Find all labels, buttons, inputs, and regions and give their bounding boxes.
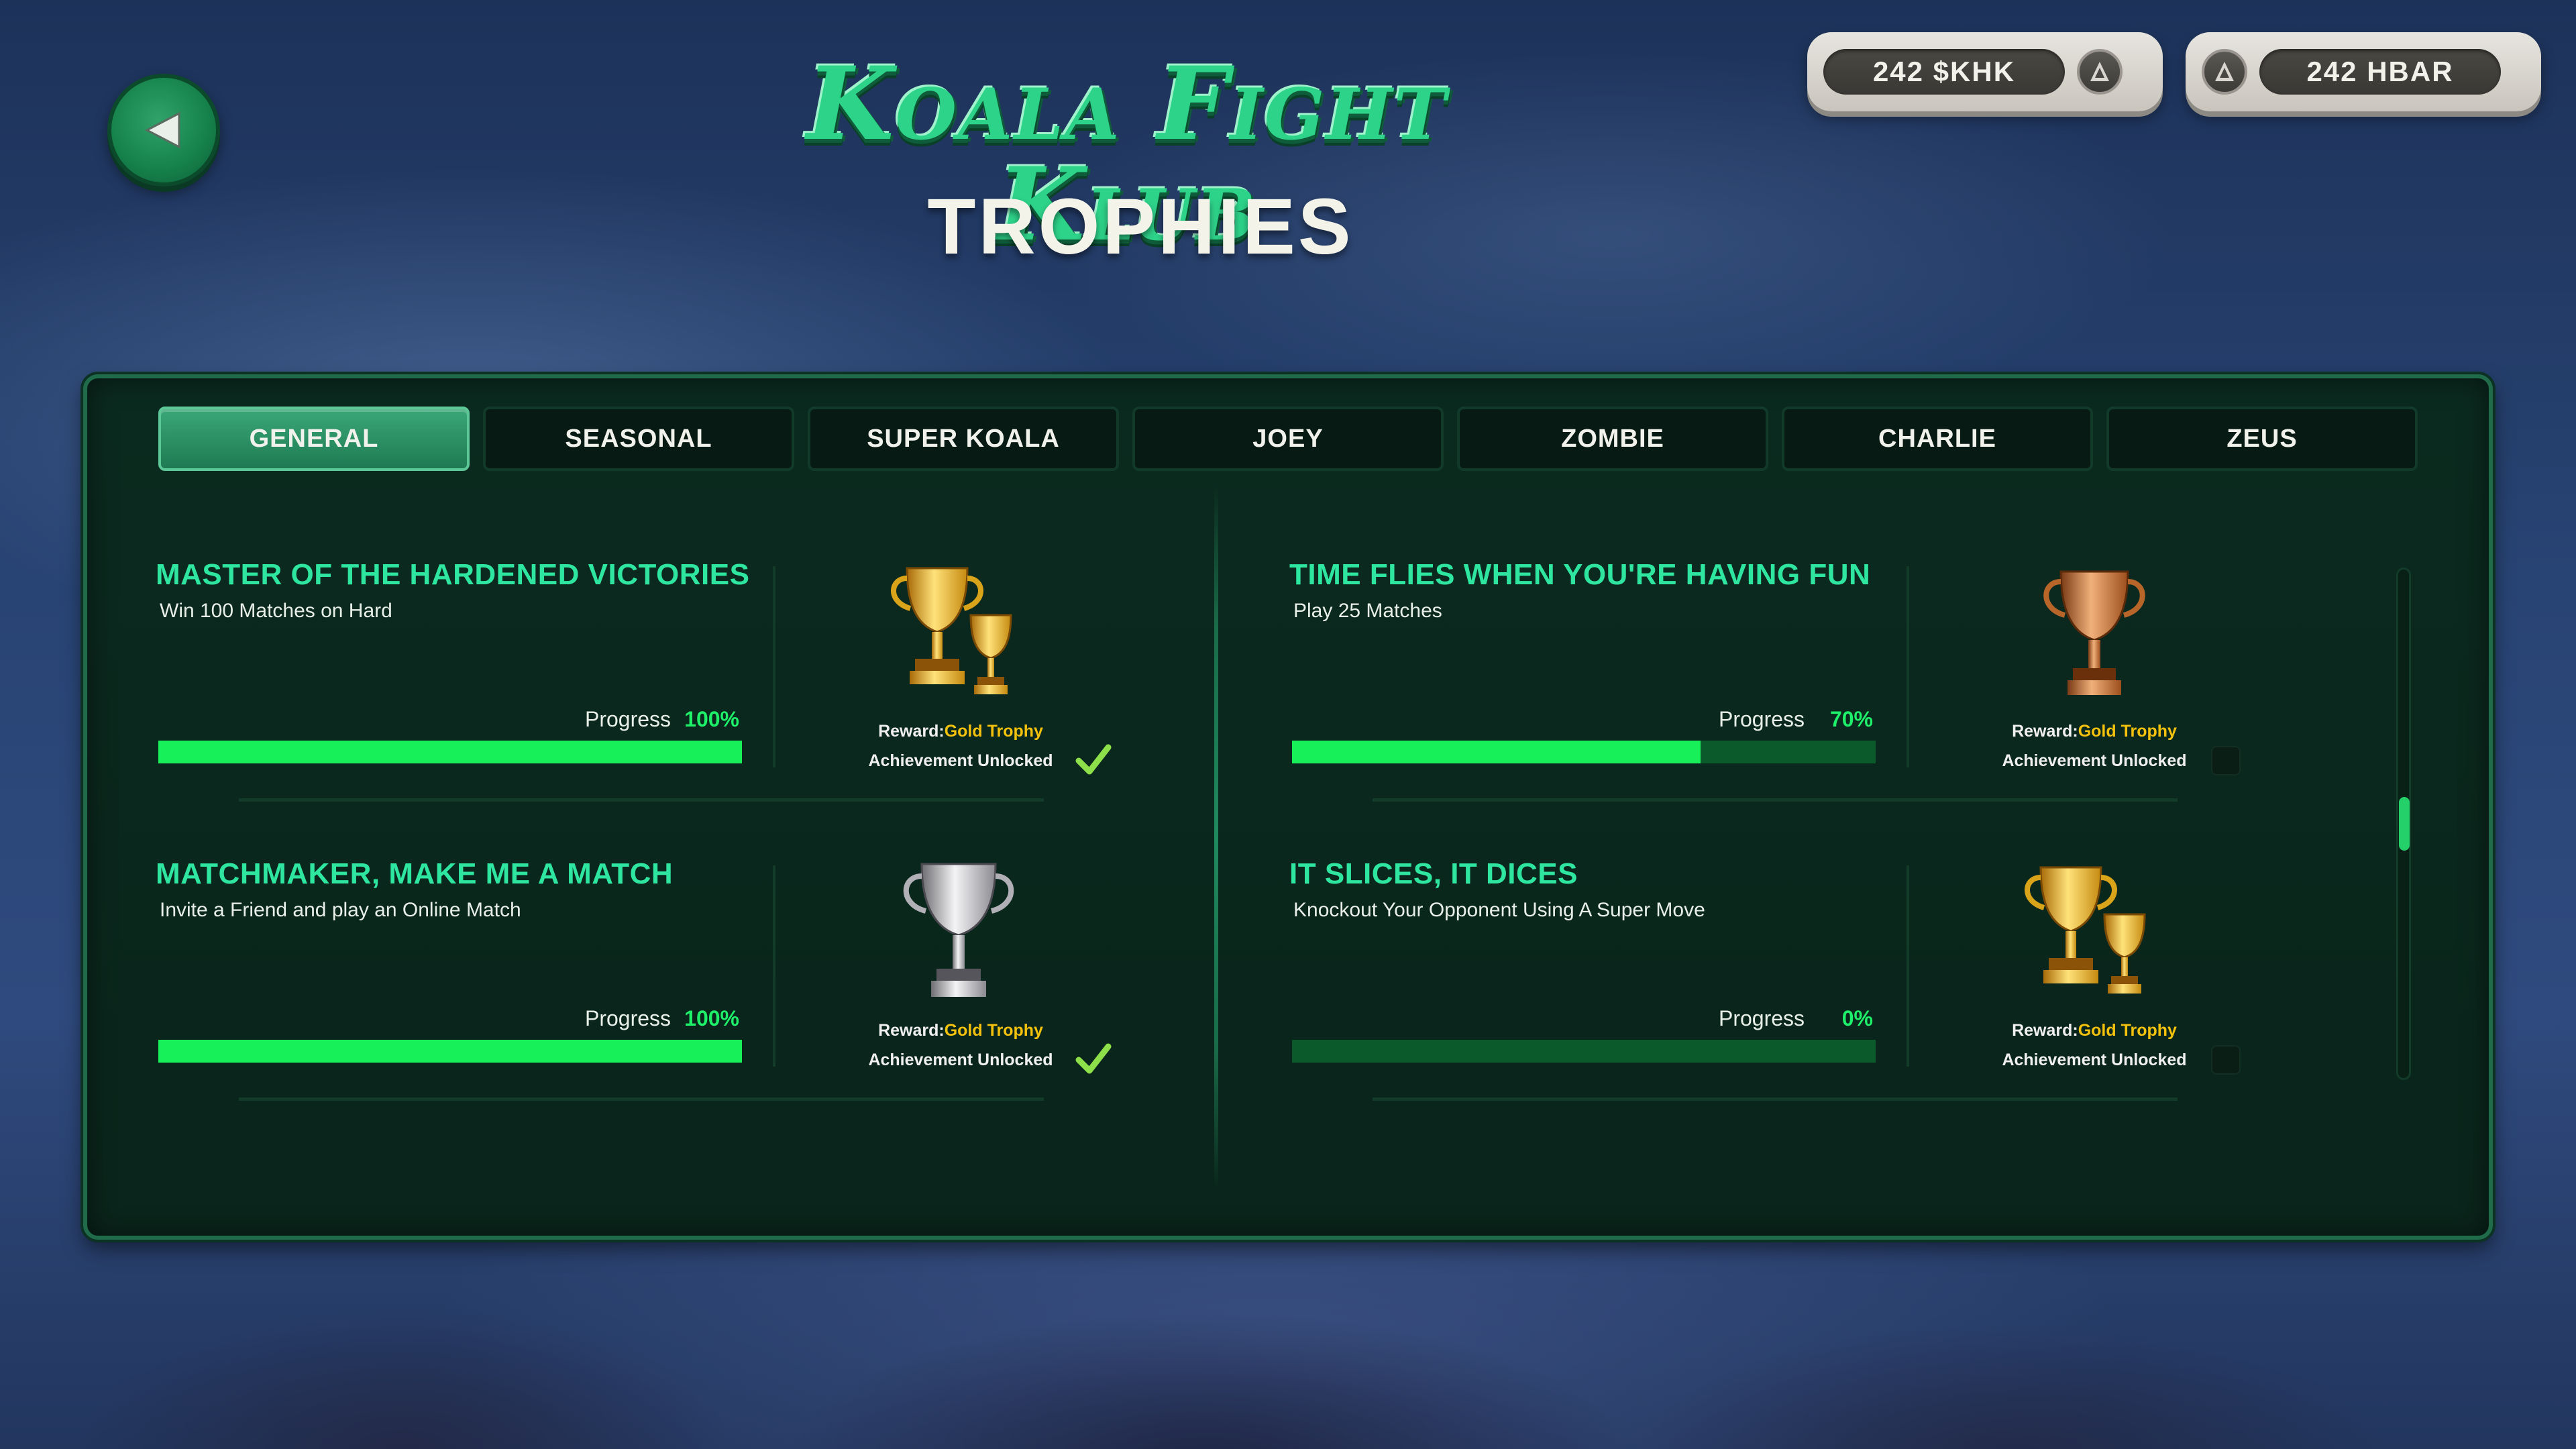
tab-zeus[interactable]: ZEUS [2106, 407, 2418, 471]
currency-khk-amount: 242 $KHK [1823, 49, 2065, 95]
checkmark-icon [1075, 1043, 1112, 1074]
achievement-description: Knockout Your Opponent Using A Super Mov… [1293, 899, 1705, 921]
hbar-coin-icon [2202, 49, 2247, 95]
scrollbar-thumb[interactable] [2399, 797, 2410, 851]
achievement-card: MASTER OF THE HARDENED VICTORIES Win 100… [156, 558, 1216, 840]
achievement-title: TIME FLIES WHEN YOU'RE HAVING FUN [1289, 558, 1871, 591]
checkbox-empty-icon [2211, 1045, 2241, 1075]
gold-double-trophy-icon [2025, 866, 2146, 994]
progress-value: 0% [1841, 1006, 1873, 1030]
card-separator [239, 1097, 1044, 1101]
category-tabs: GENERAL SEASONAL SUPER KOALA JOEY ZOMBIE… [158, 407, 2418, 471]
currency-hbar-amount: 242 HBAR [2259, 49, 2501, 95]
card-separator [239, 798, 1044, 802]
card-divider [773, 865, 775, 1067]
checkmark-icon [1075, 744, 1112, 775]
trophies-panel: GENERAL SEASONAL SUPER KOALA JOEY ZOMBIE… [83, 374, 2493, 1240]
back-arrow-icon [144, 111, 180, 149]
tab-zombie[interactable]: ZOMBIE [1457, 407, 1768, 471]
progress-value: 100% [684, 707, 739, 731]
achievement-card: IT SLICES, IT DICES Knockout Your Oppone… [1289, 857, 2349, 1139]
reward-label: Reward: [878, 1021, 945, 1040]
progress-bar [158, 1040, 742, 1063]
reward-text: Reward:Gold Trophy [1960, 1021, 2229, 1040]
card-divider [1907, 566, 1909, 767]
progress-value: 100% [684, 1006, 739, 1030]
achievement-card: TIME FLIES WHEN YOU'RE HAVING FUN Play 2… [1289, 558, 2349, 840]
progress-bar-fill [158, 741, 742, 763]
back-button[interactable] [107, 74, 220, 186]
bronze-trophy-icon [2043, 570, 2145, 695]
achievement-title: IT SLICES, IT DICES [1289, 857, 1578, 890]
reward-value: Gold Trophy [944, 1021, 1043, 1040]
progress-value: 70% [1829, 707, 1873, 731]
tab-joey[interactable]: JOEY [1132, 407, 1444, 471]
card-divider [773, 566, 775, 767]
hbar-coin-icon [2077, 49, 2123, 95]
silver-trophy-icon [903, 863, 1014, 997]
progress-bar-fill [1292, 741, 1701, 763]
reward-value: Gold Trophy [2078, 722, 2177, 741]
page-title: TROPHIES [927, 182, 1354, 271]
achievement-description: Play 25 Matches [1293, 600, 1442, 622]
reward-value: Gold Trophy [2078, 1021, 2177, 1040]
progress-bar [1292, 741, 1876, 763]
currency-khk: 242 $KHK [1807, 32, 2163, 111]
tab-super-koala[interactable]: SUPER KOALA [808, 407, 1119, 471]
achievement-title: MASTER OF THE HARDENED VICTORIES [156, 558, 750, 591]
gold-double-trophy-icon [891, 567, 1012, 694]
achievement-title: MATCHMAKER, MAKE ME A MATCH [156, 857, 674, 890]
reward-text: Reward:Gold Trophy [1960, 722, 2229, 741]
checkbox-empty-icon [2211, 746, 2241, 775]
card-separator [1373, 798, 2178, 802]
achievement-card: MATCHMAKER, MAKE ME A MATCH Invite a Fri… [156, 857, 1216, 1139]
tab-charlie[interactable]: CHARLIE [1782, 407, 2093, 471]
card-separator [1373, 1097, 2178, 1101]
achievement-description: Invite a Friend and play an Online Match [160, 899, 521, 921]
tab-general[interactable]: GENERAL [158, 407, 470, 471]
reward-label: Reward: [2012, 1021, 2078, 1040]
reward-text: Reward:Gold Trophy [826, 722, 1095, 741]
currency-hbar: 242 HBAR [2186, 32, 2541, 111]
reward-value: Gold Trophy [944, 722, 1043, 741]
reward-label: Reward: [2012, 722, 2078, 741]
tab-seasonal[interactable]: SEASONAL [483, 407, 794, 471]
achievement-description: Win 100 Matches on Hard [160, 600, 392, 622]
card-divider [1907, 865, 1909, 1067]
achievement-status: Achievement Unlocked [2002, 1051, 2187, 1069]
reward-label: Reward: [878, 722, 945, 741]
achievement-status: Achievement Unlocked [868, 1051, 1053, 1069]
reward-text: Reward:Gold Trophy [826, 1021, 1095, 1040]
progress-bar [158, 741, 742, 763]
achievement-status: Achievement Unlocked [2002, 751, 2187, 770]
progress-bar-fill [158, 1040, 742, 1063]
achievement-status: Achievement Unlocked [868, 751, 1053, 770]
progress-bar [1292, 1040, 1876, 1063]
